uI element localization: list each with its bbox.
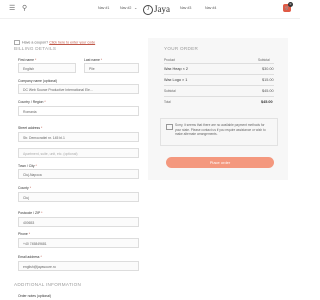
country-label: Country / Region * [18,100,46,104]
order-notes-label: Order notes (optional) [18,294,51,298]
subtotal-label: Subtotal [164,89,176,93]
payment-notice: Sorry, it seems that there are no availa… [175,123,266,137]
postcode-label: Postcode / ZIP * [18,211,43,215]
col-subtotal-header: Subtotal [258,58,270,62]
coupon-link[interactable]: Click here to enter your code [49,40,95,44]
email-label: Email address * [18,255,42,259]
first-name-field[interactable]: English [18,63,76,73]
coupon-text: Have a coupon? [22,40,49,45]
order-item-price: $15.00 [262,78,274,82]
billing-title: BILLING DETAILS [14,46,57,51]
total-label: Total [164,100,171,104]
order-title: YOUR ORDER [164,46,199,51]
order-item-price: $30.00 [262,67,274,71]
phone-field[interactable]: +40 745849681 [18,238,139,248]
divider [164,85,274,86]
county-field[interactable]: Cluj [18,192,139,202]
last-name-field[interactable]: Plie [84,63,139,73]
city-label: Town / City * [18,164,37,168]
total-value: $45.00 [261,100,273,104]
logo[interactable]: J Jaya [143,4,170,15]
nav-item-4[interactable]: Nav #4 [205,6,216,10]
coupon-notice: Have a coupon? Click here to enter your … [14,40,95,45]
nav-item-2[interactable]: Nav #2 [120,6,131,10]
company-field[interactable]: DC Web Source Productive International E… [18,84,139,94]
menu-icon[interactable]: ☰ [9,5,15,13]
search-icon[interactable]: ⚲ [22,5,27,13]
nav-item-1[interactable]: Nav #1 [98,6,109,10]
coupon-icon [14,40,20,45]
city-field[interactable]: Cluj-Napoca [18,169,139,179]
first-name-label: First name * [18,58,37,62]
country-select[interactable]: Romania [18,106,139,116]
phone-label: Phone * [18,232,31,236]
nav-item-3[interactable]: Nav #3 [180,6,191,10]
logo-text: Jaya [154,4,170,14]
company-label: Company name (optional) [18,79,58,83]
last-name-label: Last name * [84,58,103,62]
order-item-name: Wax Logo × 1 [164,78,188,82]
email-field[interactable]: english@jayasoure.ro [18,261,139,271]
chevron-down-icon: ⌄ [134,5,138,10]
divider [164,74,274,75]
place-order-button[interactable]: Place order [166,157,274,168]
order-item-name: Wax Heap × 2 [164,67,189,71]
county-label: County * [18,186,32,190]
divider [164,63,274,64]
col-product-header: Product [164,58,175,62]
postcode-field[interactable]: 400653 [18,217,139,227]
street-line2-field[interactable]: Apartment, suite, unit, etc. (optional) [18,148,139,158]
cart-count-badge: 0 [288,2,293,7]
divider [164,96,274,97]
info-icon [166,124,173,130]
street-field[interactable]: Str. Democratiei nr. 145 bl.1 [18,132,139,142]
street-label: Street address * [18,126,43,130]
subtotal-value: $45.00 [262,89,274,93]
additional-info-title: ADDITIONAL INFORMATION [14,282,82,287]
